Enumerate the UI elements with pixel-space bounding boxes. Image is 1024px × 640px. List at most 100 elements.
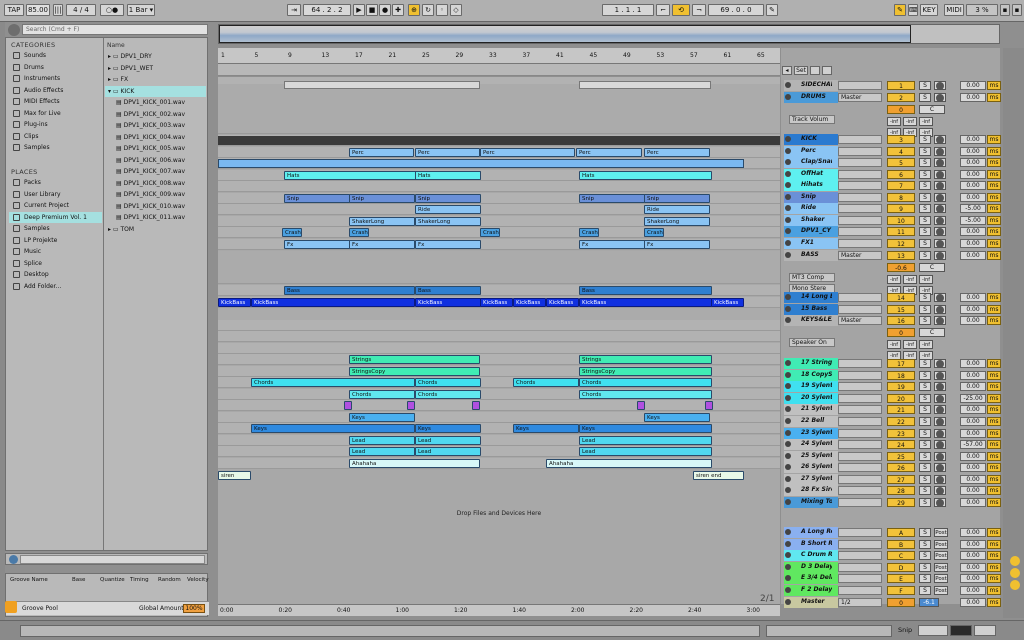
clip-launch-icon[interactable]: [785, 406, 791, 412]
automation-arm-button[interactable]: ⊕: [408, 4, 420, 16]
track-delay-value[interactable]: 0.00: [960, 539, 986, 549]
solo-button[interactable]: S: [919, 405, 931, 414]
return-routing[interactable]: [838, 562, 882, 572]
place-desktop[interactable]: Desktop: [9, 269, 102, 280]
send-level[interactable]: -inf: [887, 340, 901, 349]
track-name[interactable]: 25 Sylenth: [792, 451, 832, 461]
track-delay-value[interactable]: 0.00: [960, 417, 986, 426]
place-packs[interactable]: Packs: [9, 177, 102, 188]
arrangement-clip[interactable]: KickBass: [546, 298, 579, 307]
file-item[interactable]: ▤ DPV1_KICK_004.wav: [116, 132, 206, 143]
pre-post-toggle[interactable]: Post: [934, 585, 948, 595]
delay-unit[interactable]: ms: [987, 158, 1001, 167]
track-input-routing[interactable]: Master: [838, 316, 882, 325]
track-activator[interactable]: 17: [887, 359, 915, 368]
file-item[interactable]: ▤ DPV1_KICK_010.wav: [116, 201, 206, 212]
lane-drums[interactable]: [218, 84, 780, 134]
preview-waveform[interactable]: [20, 555, 205, 564]
arrangement-clip[interactable]: Strings: [349, 355, 480, 364]
tap-button[interactable]: TAP: [4, 4, 24, 16]
track-input-routing[interactable]: [838, 452, 882, 461]
solo-button[interactable]: S: [919, 585, 931, 595]
track-name[interactable]: KEYS&LEAD: [792, 315, 832, 325]
track-volume[interactable]: 0: [887, 105, 915, 114]
track-input-routing[interactable]: [838, 463, 882, 472]
return-track-name[interactable]: D 3 Delay: [792, 562, 832, 572]
search-input[interactable]: Search (Cmd + F): [22, 24, 208, 35]
delay-unit[interactable]: ms: [987, 216, 1001, 225]
arm-button[interactable]: [934, 498, 946, 507]
groove-column-header[interactable]: Random: [158, 577, 181, 583]
arrangement-clip[interactable]: Bass: [415, 286, 481, 295]
track-name[interactable]: 18 CopyS: [792, 370, 832, 380]
file-item[interactable]: ▤ DPV1_KICK_001.wav: [116, 97, 206, 108]
track-name[interactable]: BASS: [792, 250, 832, 260]
arm-button[interactable]: [934, 216, 946, 225]
arm-button[interactable]: [934, 135, 946, 144]
arrangement-clip[interactable]: Snip: [644, 194, 710, 203]
arm-button[interactable]: [934, 147, 946, 156]
clip-launch-icon[interactable]: [785, 159, 791, 165]
arrangement-clip[interactable]: Keys: [644, 413, 710, 422]
arm-button[interactable]: [934, 382, 946, 391]
track-delay-value[interactable]: 0.00: [960, 193, 986, 202]
track-delay-value[interactable]: 0.00: [960, 486, 986, 495]
track-activator[interactable]: 26: [887, 463, 915, 472]
key-map-button[interactable]: KEY: [920, 4, 938, 16]
delay-unit[interactable]: ms: [987, 528, 1001, 537]
track-delay-value[interactable]: 0.00: [960, 585, 986, 595]
arrangement-clip[interactable]: Ahahaha: [546, 459, 712, 468]
delay-unit[interactable]: ms: [987, 394, 1001, 403]
send-level[interactable]: -inf: [887, 117, 901, 126]
clip-launch-icon[interactable]: [785, 182, 791, 188]
browser-toggle-icon[interactable]: [8, 24, 20, 36]
arm-button[interactable]: [934, 251, 946, 260]
clip-launch-icon[interactable]: [785, 82, 791, 88]
track-delay-value[interactable]: 0.00: [960, 158, 986, 167]
place-samples[interactable]: Samples: [9, 223, 102, 234]
punch-in-button[interactable]: ⌐: [656, 4, 670, 16]
track-delay-value[interactable]: 0.00: [960, 251, 986, 260]
arrangement-clip[interactable]: Chords: [349, 390, 415, 399]
delay-unit[interactable]: ms: [987, 440, 1001, 449]
pre-post-toggle[interactable]: Post: [934, 551, 948, 560]
track-activator[interactable]: 5: [887, 158, 915, 167]
arrangement-clip[interactable]: Crash: [349, 228, 369, 237]
file-item[interactable]: ▤ DPV1_KICK_005.wav: [116, 143, 206, 154]
delay-unit[interactable]: ms: [987, 147, 1001, 156]
groove-column-header[interactable]: Velocity: [187, 577, 209, 583]
clip-launch-icon[interactable]: [785, 575, 791, 581]
clip-launch-icon[interactable]: [785, 464, 791, 470]
track-input-routing[interactable]: [838, 204, 882, 213]
track-input-routing[interactable]: [838, 475, 882, 484]
solo-button[interactable]: S: [919, 539, 931, 549]
delay-unit[interactable]: ms: [987, 93, 1001, 102]
return-track-name[interactable]: F 2 Delay: [792, 585, 832, 595]
return-routing[interactable]: [838, 528, 882, 537]
clip-launch-icon[interactable]: [785, 563, 791, 570]
arm-button[interactable]: [934, 204, 946, 213]
delay-unit[interactable]: ms: [987, 170, 1001, 179]
return-track-name[interactable]: C Drum Rev: [792, 550, 832, 560]
return-activator[interactable]: D: [887, 562, 915, 572]
arm-button[interactable]: [934, 193, 946, 202]
return-routing[interactable]: [838, 585, 882, 595]
track-activator[interactable]: 2: [887, 93, 915, 102]
solo-button[interactable]: S: [919, 440, 931, 449]
draw-mode-display[interactable]: [918, 625, 948, 636]
arrangement-clip[interactable]: Fx: [349, 240, 415, 249]
solo-button[interactable]: S: [919, 574, 931, 583]
track-delay-value[interactable]: 0.00: [960, 359, 986, 368]
clip-launch-icon[interactable]: [785, 499, 791, 505]
folder-dpv1-wet[interactable]: ▸ ▭ DPV1_WET: [105, 63, 206, 74]
overview-viewport[interactable]: [219, 25, 911, 43]
track-name[interactable]: Shaker: [792, 215, 832, 225]
track-input-routing[interactable]: [838, 293, 882, 302]
lane-24-sylenth[interactable]: [218, 400, 780, 411]
send-level[interactable]: -inf: [919, 275, 933, 284]
solo-button[interactable]: S: [919, 452, 931, 461]
clip-launch-icon[interactable]: [785, 441, 791, 447]
loop-button[interactable]: ⟲: [672, 4, 690, 16]
clip-launch-icon[interactable]: [785, 430, 791, 436]
loop-length[interactable]: 69 . 0 . 0: [708, 4, 764, 16]
